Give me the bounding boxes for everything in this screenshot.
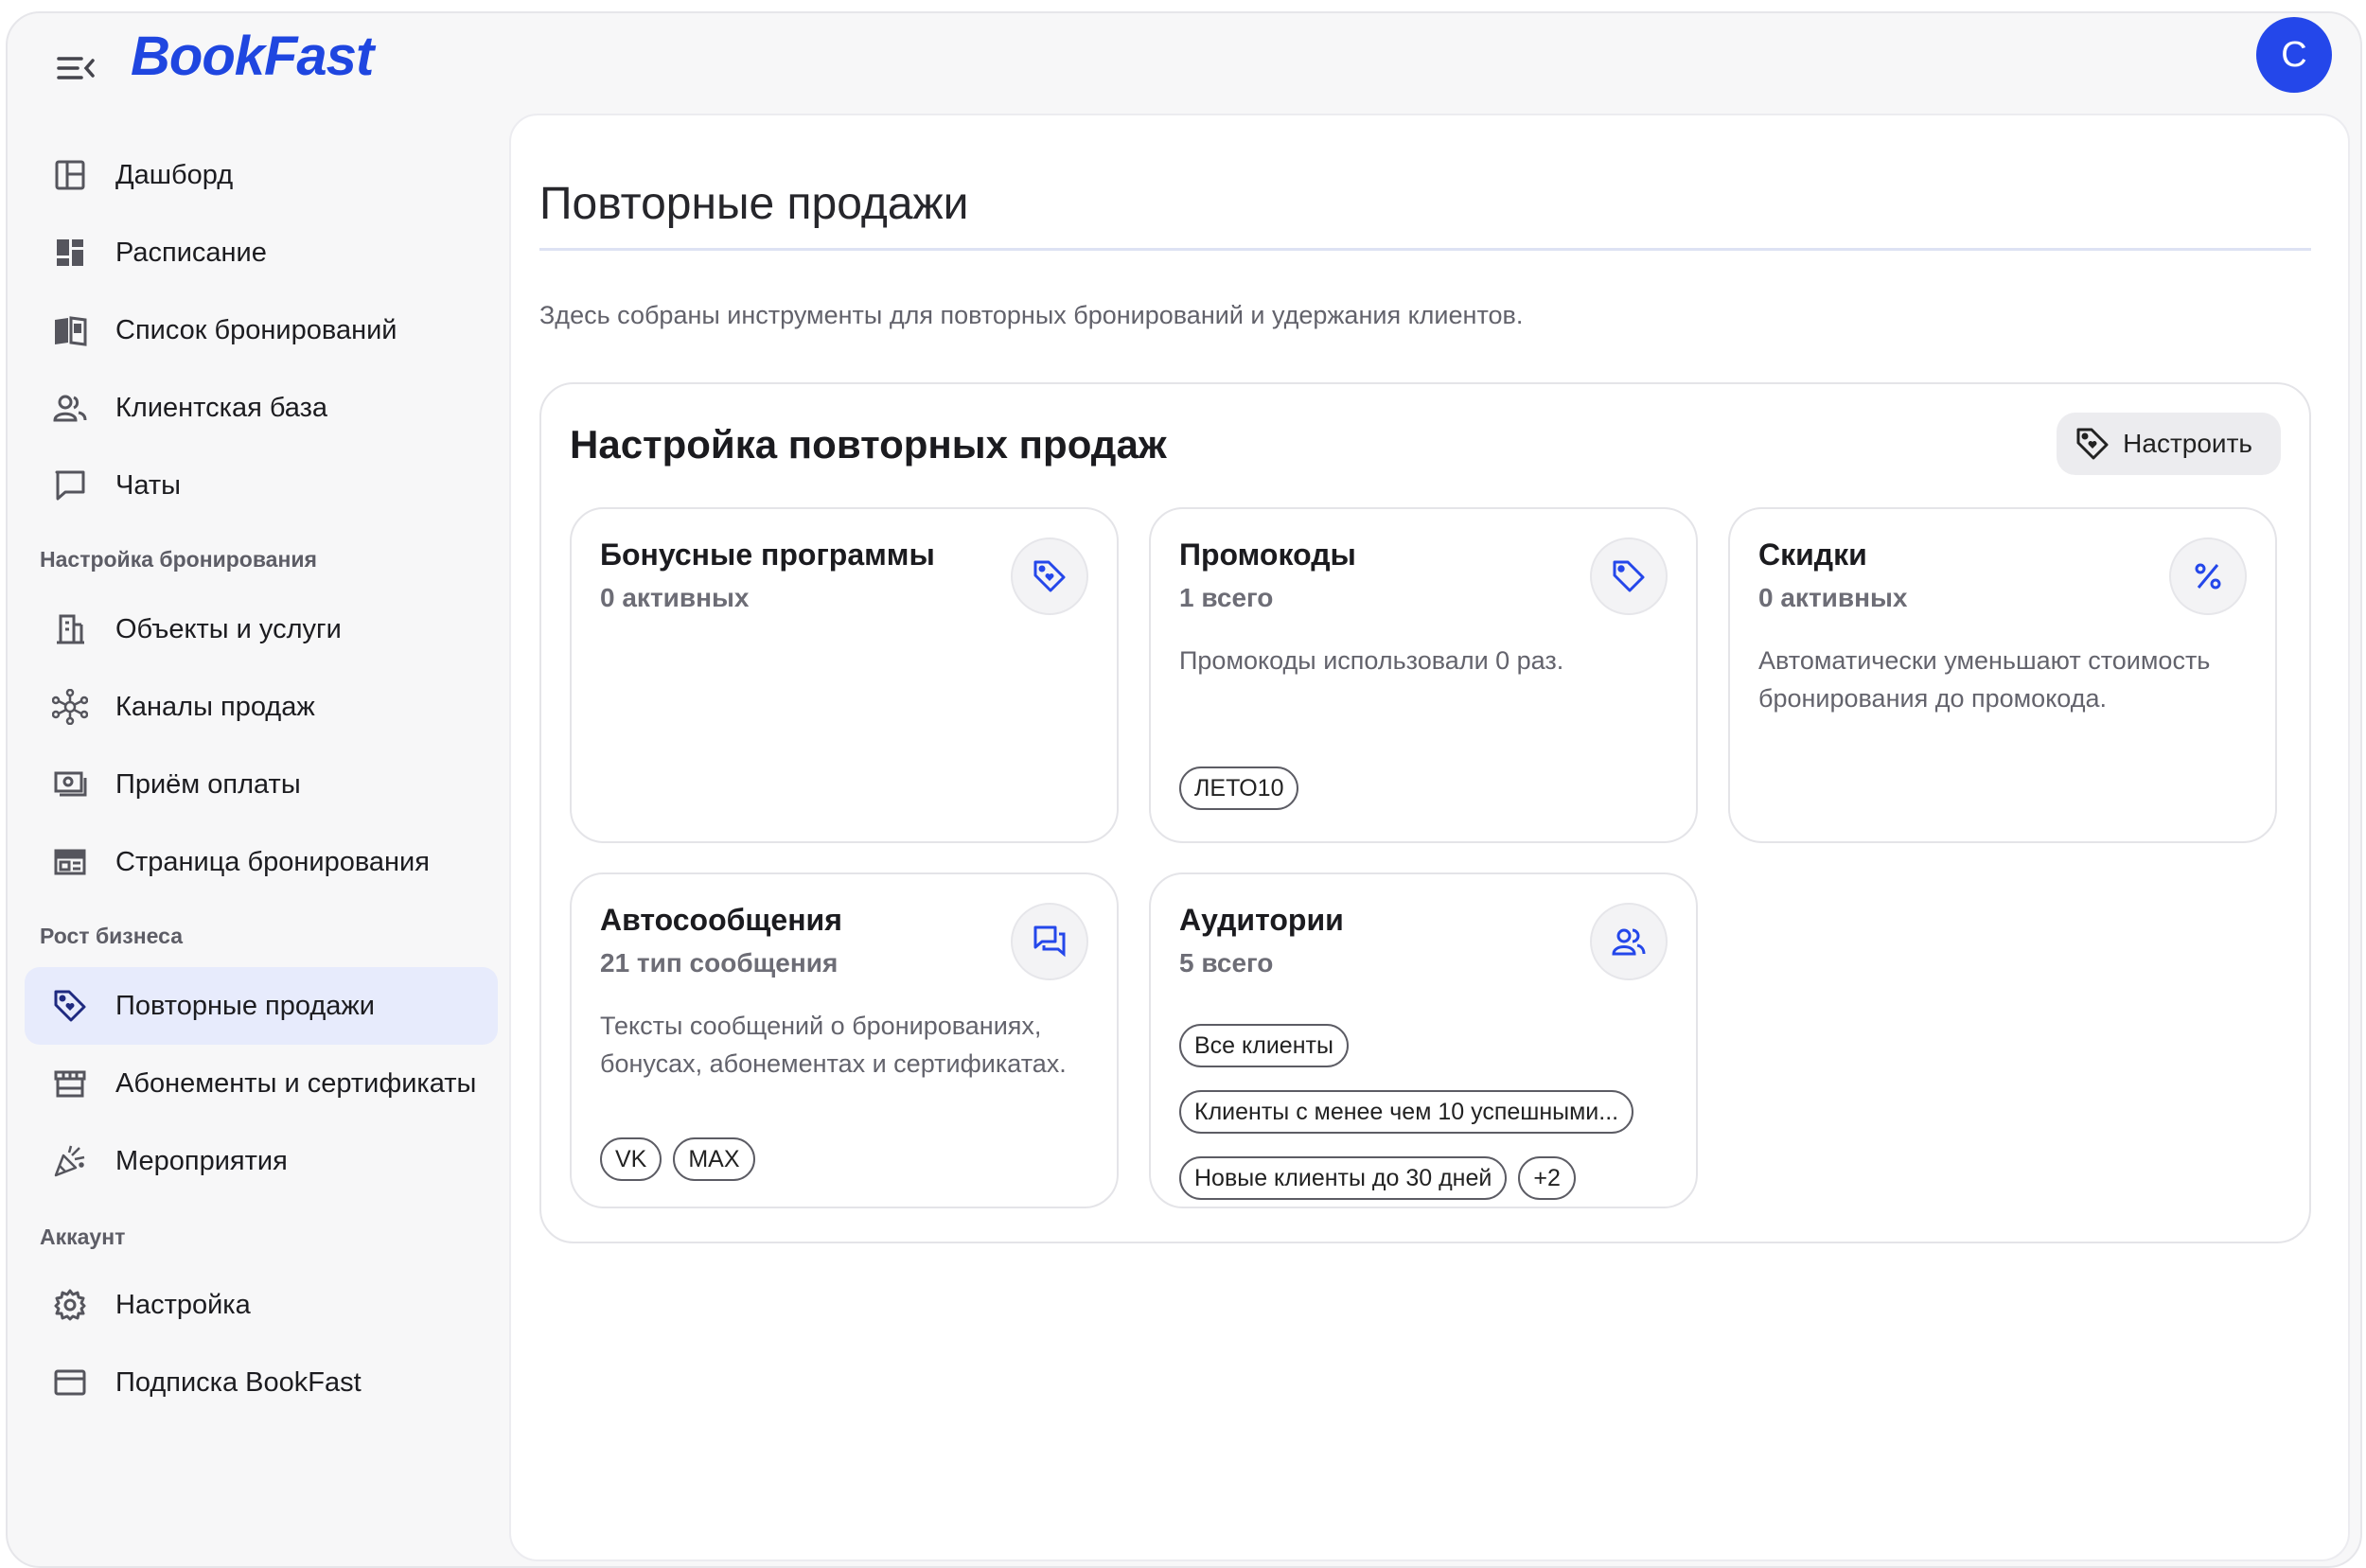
chip-list: VK MAX xyxy=(600,1137,1102,1181)
chip-list: Все клиенты Клиенты с менее чем 10 успеш… xyxy=(1179,1024,1681,1200)
percent-icon[interactable] xyxy=(2169,537,2247,615)
card-description: Автоматически уменьшают стоимость бронир… xyxy=(1758,646,2211,713)
sidebar-item-label: Клиентская база xyxy=(115,392,327,423)
section-label-booking: Настройка бронирования xyxy=(40,547,317,572)
chip-list: ЛЕТО10 xyxy=(1179,766,1681,810)
sidebar-item-events[interactable]: Мероприятия xyxy=(25,1122,498,1200)
card-subtitle: 0 активных xyxy=(600,583,750,612)
sidebar-item-label: Расписание xyxy=(115,237,267,268)
title-divider xyxy=(539,248,2311,251)
bookings-list-icon xyxy=(51,311,89,349)
chip-promo-code[interactable]: ЛЕТО10 xyxy=(1179,766,1299,810)
page-title: Повторные продажи xyxy=(539,179,969,229)
sidebar-item-label: Страница бронирования xyxy=(115,846,430,877)
sidebar-item-booking-page[interactable]: Страница бронирования xyxy=(25,823,498,901)
network-icon xyxy=(51,688,89,726)
top-bar: BookFast C xyxy=(8,13,2360,117)
panel-title: Настройка повторных продаж xyxy=(570,422,1167,467)
configure-button-label: Настроить xyxy=(2123,429,2252,458)
page-description: Здесь собраны инструменты для повторных … xyxy=(539,301,1524,329)
sidebar-item-objects[interactable]: Объекты и услуги xyxy=(25,590,498,668)
tag-icon[interactable] xyxy=(1590,537,1668,615)
sidebar-item-label: Приём оплаты xyxy=(115,768,301,800)
app-logo[interactable]: BookFast xyxy=(131,25,374,88)
configure-button[interactable]: Настроить xyxy=(2057,413,2281,475)
sidebar-item-chats[interactable]: Чаты xyxy=(25,447,498,524)
sidebar-item-label: Подписка BookFast xyxy=(115,1366,362,1398)
sidebar-item-schedule[interactable]: Расписание xyxy=(25,214,498,291)
card-icon xyxy=(51,1364,89,1401)
chip-channel-max[interactable]: MAX xyxy=(673,1137,755,1181)
sidebar-item-payments[interactable]: Приём оплаты xyxy=(25,746,498,823)
users-icon[interactable] xyxy=(1590,903,1668,980)
dashboard-icon xyxy=(51,156,89,194)
gear-icon xyxy=(51,1286,89,1324)
chip-audience[interactable]: Новые клиенты до 30 дней xyxy=(1179,1156,1508,1200)
clients-icon xyxy=(51,389,89,427)
payment-icon xyxy=(51,766,89,803)
card-description: Промокоды использовали 0 раз. xyxy=(1179,646,1564,675)
card-subtitle: 1 всего xyxy=(1179,583,1274,612)
sidebar-item-label: Мероприятия xyxy=(115,1145,288,1176)
card-title: Бонусные программы xyxy=(600,537,935,572)
sidebar-item-label: Объекты и услуги xyxy=(115,613,342,644)
card-subtitle: 21 тип сообщения xyxy=(600,948,839,978)
store-icon xyxy=(51,1065,89,1102)
party-icon xyxy=(51,1142,89,1180)
page-icon xyxy=(51,843,89,881)
section-label-account: Аккаунт xyxy=(40,1224,126,1249)
card-title: Аудитории xyxy=(1179,903,1344,937)
collapse-menu-icon[interactable] xyxy=(55,47,97,89)
building-icon xyxy=(51,610,89,648)
main-content: Повторные продажи Здесь собраны инструме… xyxy=(509,114,2350,1561)
chip-more[interactable]: +2 xyxy=(1518,1156,1576,1200)
schedule-icon xyxy=(51,234,89,272)
user-avatar[interactable]: C xyxy=(2256,17,2332,93)
sidebar-item-subscriptions[interactable]: Абонементы и сертификаты xyxy=(25,1045,498,1122)
messages-icon[interactable] xyxy=(1011,903,1088,980)
chip-channel-vk[interactable]: VK xyxy=(600,1137,662,1181)
chip-audience[interactable]: Все клиенты xyxy=(1179,1024,1349,1067)
repeat-sales-panel: Настройка повторных продаж Настроить Бон… xyxy=(539,382,2311,1243)
card-auto-messages[interactable]: Автосообщения 21 тип сообщения Тексты со… xyxy=(570,872,1119,1208)
card-discounts[interactable]: Скидки 0 активных Автоматически уменьшаю… xyxy=(1728,507,2277,843)
sidebar-item-label: Список бронирований xyxy=(115,314,397,345)
chip-audience[interactable]: Клиенты с менее чем 10 успешными... xyxy=(1179,1090,1634,1134)
sidebar-item-settings[interactable]: Настройка xyxy=(25,1266,498,1344)
sidebar-item-bookings[interactable]: Список бронирований xyxy=(25,291,498,369)
card-title: Скидки xyxy=(1758,537,1867,572)
sidebar-item-dashboard[interactable]: Дашборд xyxy=(25,136,498,214)
sidebar-item-label: Каналы продаж xyxy=(115,691,315,722)
sidebar-item-label: Дашборд xyxy=(115,159,234,190)
section-label-growth: Рост бизнеса xyxy=(40,924,183,948)
sidebar-item-clients[interactable]: Клиентская база xyxy=(25,369,498,447)
card-subtitle: 5 всего xyxy=(1179,948,1274,978)
card-subtitle: 0 активных xyxy=(1758,583,1908,612)
tag-heart-icon xyxy=(51,987,89,1025)
tag-heart-icon[interactable] xyxy=(1011,537,1088,615)
sidebar-item-subscription[interactable]: Подписка BookFast xyxy=(25,1344,498,1421)
sidebar-item-label: Повторные продажи xyxy=(115,990,375,1021)
sidebar-item-label: Чаты xyxy=(115,469,181,501)
card-title: Промокоды xyxy=(1179,537,1356,572)
app-window: BookFast C Дашборд Расписание Список бро… xyxy=(6,11,2362,1568)
card-audiences[interactable]: Аудитории 5 всего Все клиенты Клиенты с … xyxy=(1149,872,1698,1208)
card-promo-codes[interactable]: Промокоды 1 всего Промокоды использовали… xyxy=(1149,507,1698,843)
sidebar-item-label: Абонементы и сертификаты xyxy=(115,1067,477,1099)
sidebar-item-repeat-sales[interactable]: Повторные продажи xyxy=(25,967,498,1045)
sidebar-item-label: Настройка xyxy=(115,1289,251,1320)
sidebar-item-channels[interactable]: Каналы продаж xyxy=(25,668,498,746)
tag-heart-icon xyxy=(2075,427,2110,461)
card-bonus-programs[interactable]: Бонусные программы 0 активных xyxy=(570,507,1119,843)
chat-icon xyxy=(51,467,89,504)
card-description: Тексты сообщений о бронированиях, бонуса… xyxy=(600,1012,1067,1078)
card-title: Автосообщения xyxy=(600,903,842,937)
